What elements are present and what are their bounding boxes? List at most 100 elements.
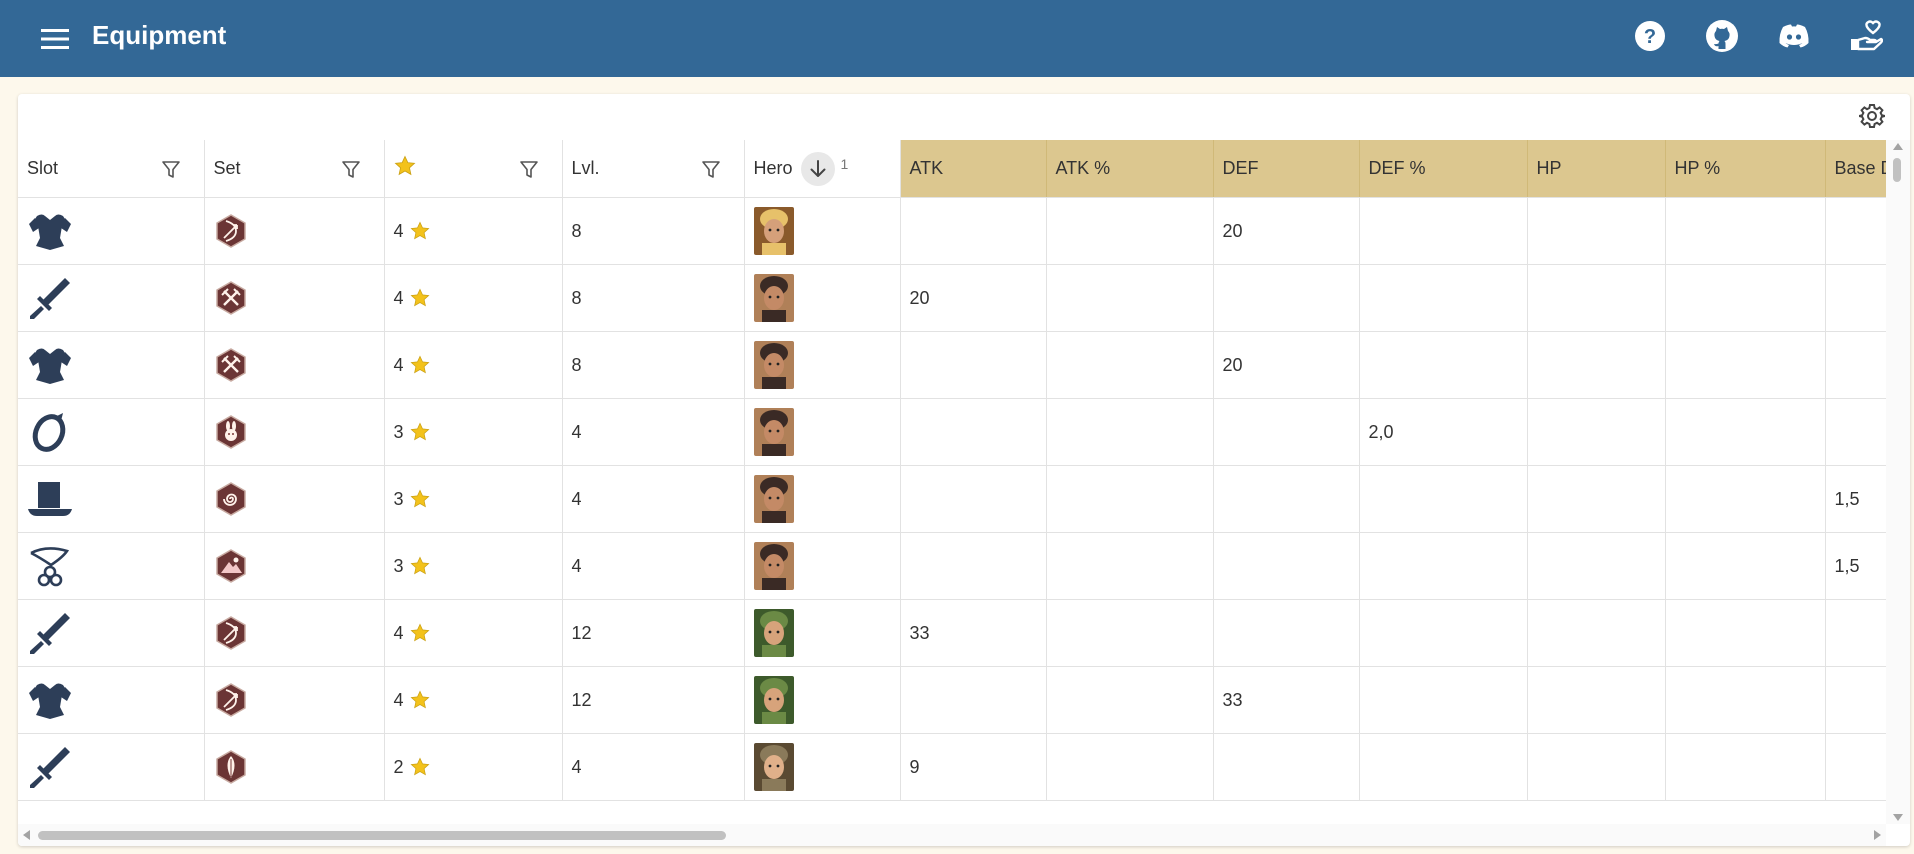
sort-descending-icon[interactable] <box>800 152 835 186</box>
level-cell: 12 <box>562 599 745 667</box>
hp-cell <box>1527 532 1666 600</box>
github-icon[interactable] <box>1698 12 1746 60</box>
def-cell <box>1213 532 1360 600</box>
scroll-left-icon[interactable] <box>23 830 30 840</box>
app-bar-actions: ? <box>1626 12 1914 60</box>
scroll-thumb[interactable] <box>1893 158 1901 182</box>
star-icon <box>404 287 430 307</box>
column-header-hp-pct[interactable]: HP % <box>1665 140 1826 198</box>
slot-cell <box>18 264 205 332</box>
feather-set-icon <box>214 749 248 784</box>
def-pct-cell <box>1359 733 1528 801</box>
table-row[interactable]: 4 8 20 <box>18 264 1886 332</box>
star-icon <box>404 421 430 441</box>
level-cell: 4 <box>562 398 745 466</box>
bow-set-icon <box>214 615 248 650</box>
app-bar: Equipment ? <box>0 0 1914 77</box>
hp-pct-cell <box>1665 599 1826 667</box>
table-row[interactable]: 3 4 1,5 <box>18 465 1886 533</box>
set-cell <box>204 264 385 332</box>
base-cell <box>1825 398 1886 466</box>
def-pct-cell <box>1359 197 1528 265</box>
column-label: ATK <box>909 157 944 178</box>
base-cell <box>1825 264 1886 332</box>
rarity-cell: 3 <box>384 398 563 466</box>
set-cell <box>204 398 385 466</box>
rarity-value: 3 <box>393 421 404 442</box>
column-header-atk[interactable]: ATK <box>900 140 1047 198</box>
column-header-atk-pct[interactable]: ATK % <box>1046 140 1214 198</box>
def-cell: 20 <box>1213 197 1360 265</box>
gear-icon[interactable] <box>1856 100 1888 132</box>
column-header-rarity[interactable] <box>384 140 563 198</box>
base-cell <box>1825 733 1886 801</box>
atk-cell: 20 <box>900 264 1047 332</box>
rarity-cell: 4 <box>384 197 563 265</box>
rarity-value: 3 <box>393 555 404 576</box>
set-cell <box>204 465 385 533</box>
atk-cell <box>900 398 1047 466</box>
donate-icon[interactable] <box>1842 12 1890 60</box>
level-value: 4 <box>571 421 582 442</box>
discord-icon[interactable] <box>1770 12 1818 60</box>
slot-cell <box>18 532 205 600</box>
scroll-down-icon[interactable] <box>1893 814 1903 821</box>
column-header-slot[interactable]: Slot <box>18 140 205 198</box>
level-cell: 8 <box>562 264 745 332</box>
set-cell <box>204 197 385 265</box>
column-header-hp[interactable]: HP <box>1527 140 1666 198</box>
hp-pct-cell <box>1665 532 1826 600</box>
table-row[interactable]: 4 8 20 <box>18 197 1886 265</box>
base-cell <box>1825 599 1886 667</box>
equipment-table: Slot Set Lvl. Hero 1 ATK ATK % DEF DEF %… <box>18 140 1886 824</box>
table-row[interactable]: 3 4 2,0 <box>18 398 1886 466</box>
hero-portrait-2 <box>753 273 794 322</box>
filter-icon[interactable] <box>700 158 722 180</box>
table-row[interactable]: 4 12 33 <box>18 599 1886 667</box>
column-label: Lvl. <box>571 158 600 179</box>
sword-icon <box>27 275 73 321</box>
horizontal-scrollbar[interactable] <box>18 824 1886 846</box>
rarity-cell: 4 <box>384 331 563 399</box>
rarity-cell: 4 <box>384 666 563 734</box>
table-row[interactable]: 3 4 1,5 <box>18 532 1886 600</box>
table-row[interactable]: 4 12 33 <box>18 666 1886 734</box>
scroll-right-icon[interactable] <box>1874 830 1881 840</box>
column-label: Slot <box>27 158 59 179</box>
rarity-value: 4 <box>393 220 404 241</box>
filter-icon[interactable] <box>340 158 362 180</box>
column-label: Hero <box>753 158 793 179</box>
rarity-value: 4 <box>393 622 404 643</box>
filter-icon[interactable] <box>518 158 540 180</box>
filter-icon[interactable] <box>160 158 182 180</box>
hero-portrait-2 <box>753 474 794 523</box>
column-label: DEF % <box>1368 157 1426 178</box>
set-cell <box>204 599 385 667</box>
atk-value: 20 <box>909 287 930 308</box>
column-header-base[interactable]: Base D <box>1825 140 1886 198</box>
def-cell <box>1213 398 1360 466</box>
scroll-thumb[interactable] <box>38 831 726 840</box>
column-header-def[interactable]: DEF <box>1213 140 1360 198</box>
column-header-level[interactable]: Lvl. <box>562 140 745 198</box>
rarity-value: 2 <box>393 756 404 777</box>
atk-pct-cell <box>1046 398 1214 466</box>
def-cell: 20 <box>1213 331 1360 399</box>
hero-cell <box>744 666 901 734</box>
column-header-def-pct[interactable]: DEF % <box>1359 140 1528 198</box>
rarity-cell: 3 <box>384 532 563 600</box>
def-pct-cell <box>1359 666 1528 734</box>
table-row[interactable]: 2 4 9 <box>18 733 1886 801</box>
slot-cell <box>18 733 205 801</box>
atk-cell: 33 <box>900 599 1047 667</box>
column-header-set[interactable]: Set <box>204 140 385 198</box>
menu-icon[interactable] <box>38 22 72 56</box>
slot-cell <box>18 599 205 667</box>
column-header-hero[interactable]: Hero 1 <box>744 140 901 198</box>
help-icon[interactable]: ? <box>1626 12 1674 60</box>
def-pct-cell <box>1359 264 1528 332</box>
hero-portrait-3 <box>753 675 794 724</box>
table-row[interactable]: 4 8 20 <box>18 331 1886 399</box>
vertical-scrollbar[interactable] <box>1886 140 1910 824</box>
scroll-up-icon[interactable] <box>1893 143 1903 150</box>
